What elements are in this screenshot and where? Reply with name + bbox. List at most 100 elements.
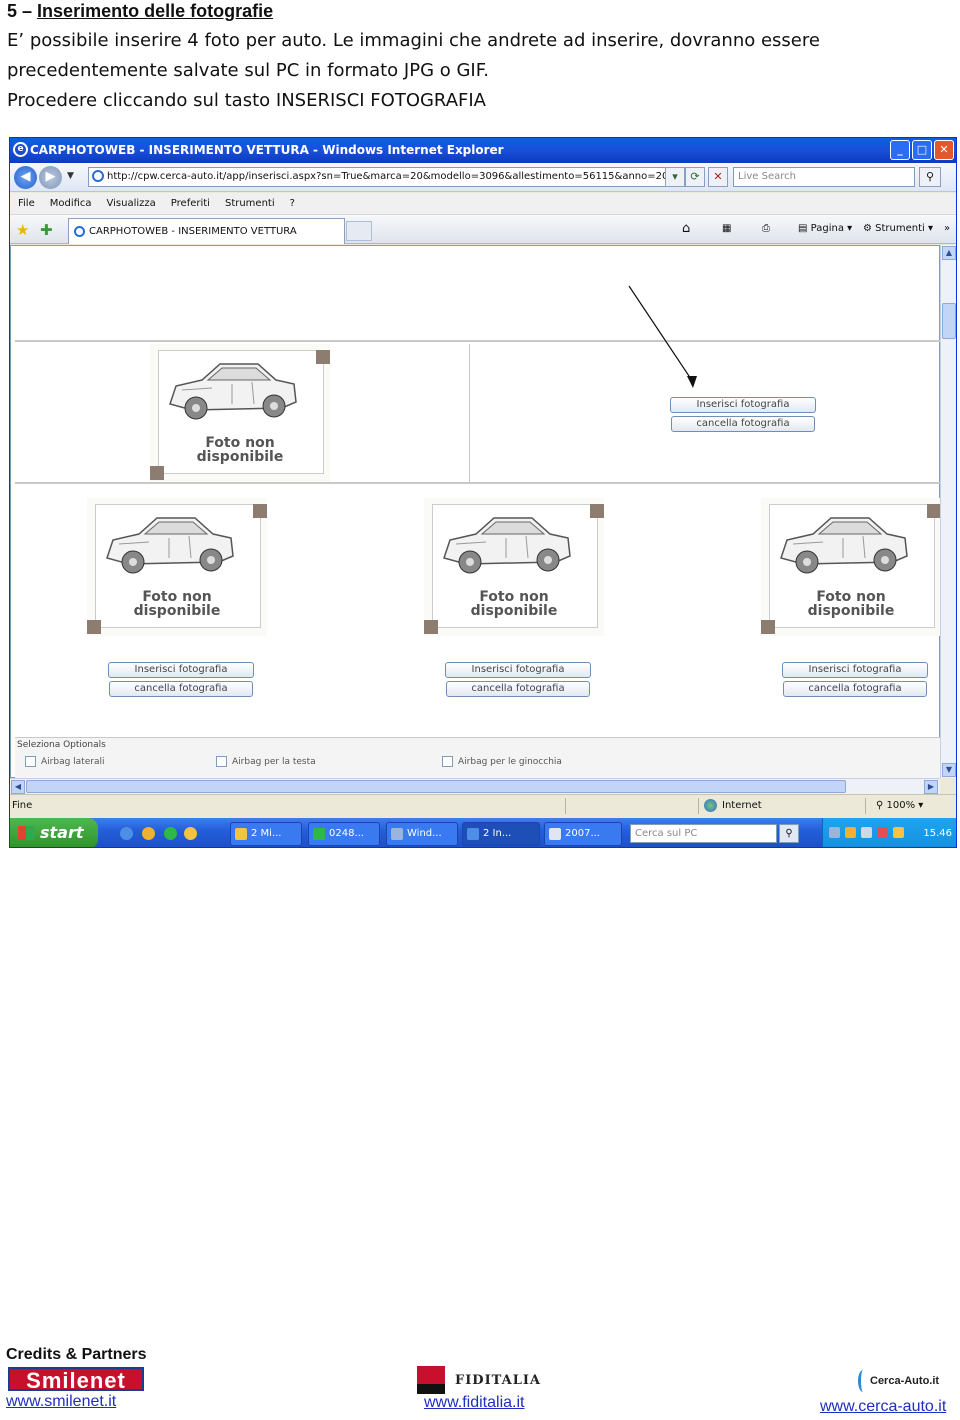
url-input[interactable]: http://cpw.cerca-auto.it/app/inserisci.a… [88, 167, 678, 187]
menu-strumenti[interactable]: Strumenti [225, 193, 275, 214]
tray-icon[interactable] [861, 827, 872, 838]
scroll-up-icon[interactable]: ▲ [942, 246, 956, 260]
menu-help[interactable]: ? [290, 193, 295, 214]
favorites-star-icon[interactable]: ★ [16, 221, 29, 239]
app-icon [313, 828, 325, 840]
zoom-level[interactable]: ⚲ 100% ▾ [876, 795, 923, 816]
security-zone: Internet [704, 795, 762, 816]
url-dropdown-icon[interactable]: ▾ [665, 167, 685, 187]
feeds-icon[interactable]: ▦ [722, 221, 731, 237]
menu-file[interactable]: File [18, 193, 35, 214]
scroll-left-icon[interactable]: ◀ [11, 780, 25, 794]
refresh-icon[interactable]: ⟳ [685, 167, 705, 187]
taskbar-item-ie[interactable]: 2 In... [462, 822, 540, 846]
horizontal-scrollbar[interactable]: ◀ ▶ [10, 778, 940, 794]
search-icon[interactable]: ⚲ [779, 824, 799, 843]
home-icon[interactable]: ⌂ [682, 221, 690, 237]
photo-slot-2: Foto non disponibile [87, 498, 267, 636]
scroll-down-icon[interactable]: ▼ [942, 763, 956, 777]
optionals-section: Seleziona Optionals Airbag laterali Airb… [15, 737, 940, 779]
delete-photo-button-2[interactable]: cancella fotografia [109, 681, 253, 697]
windows-taskbar: start 2 Mi... 0248... Wind... 2 In... 20… [10, 818, 956, 847]
taskbar-item-label: Wind... [407, 828, 442, 839]
menu-bar: File Modifica Visualizza Preferiti Strum… [10, 193, 956, 215]
tools-menu[interactable]: ⚙ Strumenti ▾ [863, 221, 933, 237]
zone-label: Internet [722, 800, 762, 811]
delete-photo-button-4[interactable]: cancella fotografia [783, 681, 927, 697]
taskbar-item-app[interactable]: 0248... [308, 822, 380, 846]
close-button[interactable]: ✕ [934, 140, 954, 160]
insert-photo-button-2[interactable]: Inserisci fotografia [108, 662, 254, 678]
tray-icon[interactable] [877, 827, 888, 838]
print-icon[interactable]: ⎙ [762, 221, 770, 237]
page-content: Foto non disponibile Inserisci fotografi… [10, 245, 941, 779]
photo-corner-marker [253, 504, 267, 518]
menu-preferiti[interactable]: Preferiti [171, 193, 210, 214]
page-menu[interactable]: ▤ Pagina ▾ [798, 221, 852, 237]
cercaauto-link[interactable]: www.cerca-auto.it [820, 1398, 946, 1416]
checkbox[interactable] [216, 756, 227, 767]
menu-modifica[interactable]: Modifica [50, 193, 92, 214]
start-button[interactable]: start [10, 818, 98, 847]
scroll-right-icon[interactable]: ▶ [924, 780, 938, 794]
tray-icon[interactable] [845, 827, 856, 838]
scroll-thumb[interactable] [26, 780, 846, 793]
delete-photo-button-main[interactable]: cancella fotografia [671, 416, 815, 432]
maximize-button[interactable]: □ [912, 140, 932, 160]
tray-icon[interactable] [893, 827, 904, 838]
status-bar: Fine Internet ⚲ 100% ▾ [10, 794, 956, 816]
photo-corner-marker [424, 620, 438, 634]
back-arrow-icon[interactable]: ◀ [14, 166, 37, 189]
optional-label: Airbag per la testa [232, 757, 316, 767]
taskbar-item-label: 0248... [329, 828, 364, 839]
taskbar-item-word[interactable]: 2007... [544, 822, 622, 846]
forward-arrow-icon[interactable]: ▶ [39, 166, 62, 189]
checkbox[interactable] [25, 756, 36, 767]
search-icon[interactable]: ⚲ [919, 167, 941, 187]
mail-quicklaunch-icon[interactable] [142, 827, 155, 840]
desktop-search-input[interactable]: Cerca sul PC [630, 824, 777, 843]
photo-slot-1: Foto non disponibile [150, 344, 330, 482]
taskbar-item-windows[interactable]: Wind... [386, 822, 458, 846]
new-tab-button[interactable] [346, 221, 372, 241]
page-menu-label: Pagina [810, 223, 844, 234]
smilenet-link[interactable]: www.smilenet.it [6, 1393, 116, 1411]
taskbar-item-label: 2 In... [483, 828, 512, 839]
app-quicklaunch-icon[interactable] [164, 827, 177, 840]
photo-slot-3: Foto non disponibile [424, 498, 604, 636]
cercaauto-logo: Cerca-Auto.it [858, 1368, 948, 1394]
tray-icon[interactable] [829, 827, 840, 838]
intro-paragraph: E’ possibile inserire 4 foto per auto. L… [7, 30, 820, 81]
insert-photo-button-4[interactable]: Inserisci fotografia [782, 662, 928, 678]
minimize-button[interactable]: _ [890, 140, 910, 160]
ie-quicklaunch-icon[interactable] [120, 827, 133, 840]
tab-carphotoweb[interactable]: CARPHOTOWEB - INSERIMENTO VETTURA [68, 218, 345, 244]
window-title: CARPHOTOWEB - INSERIMENTO VETTURA - Wind… [30, 143, 504, 157]
optional-airbag-laterali[interactable]: Airbag laterali [25, 756, 104, 768]
delete-photo-button-3[interactable]: cancella fotografia [446, 681, 590, 697]
live-search-input[interactable]: Live Search [733, 167, 915, 187]
history-dropdown-icon[interactable]: ▼ [67, 171, 74, 181]
tools-menu-label: Strumenti [875, 223, 925, 234]
section-number: 5 – [7, 1, 33, 21]
signal-arc-icon [858, 1370, 868, 1392]
add-favorite-icon[interactable]: ✚ [40, 221, 53, 239]
fiditalia-logo: FIDITALIA [455, 1373, 542, 1388]
fiditalia-link[interactable]: www.fiditalia.it [424, 1394, 524, 1412]
optional-airbag-ginocchia[interactable]: Airbag per le ginocchia [442, 756, 562, 768]
insert-photo-button-3[interactable]: Inserisci fotografia [445, 662, 591, 678]
clock: 15.46 [923, 828, 952, 839]
checkbox[interactable] [442, 756, 453, 767]
insert-photo-button-main[interactable]: Inserisci fotografia [670, 397, 816, 413]
taskbar-item-label: 2007... [565, 828, 600, 839]
chevron-more-icon[interactable]: » [944, 221, 950, 237]
credits-heading: Credits & Partners [6, 1346, 147, 1363]
vertical-scrollbar[interactable]: ▲ ▼ [940, 245, 956, 778]
taskbar-item-label: 2 Mi... [251, 828, 282, 839]
media-quicklaunch-icon[interactable] [184, 827, 197, 840]
menu-visualizza[interactable]: Visualizza [107, 193, 156, 214]
scroll-thumb[interactable] [942, 303, 956, 339]
optional-airbag-testa[interactable]: Airbag per la testa [216, 756, 316, 768]
stop-icon[interactable]: ✕ [708, 167, 728, 187]
taskbar-item-mail[interactable]: 2 Mi... [230, 822, 302, 846]
